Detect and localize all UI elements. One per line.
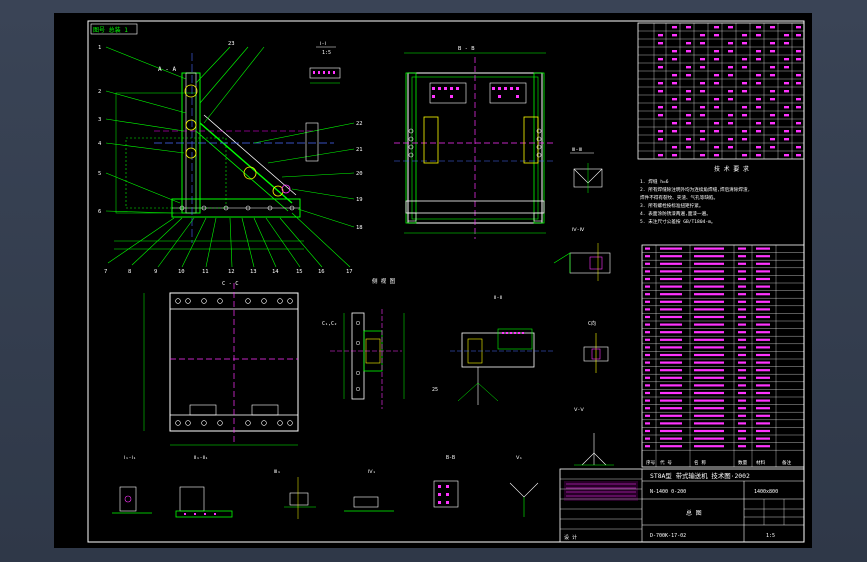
svg-text:Ⅲ₁: Ⅲ₁ xyxy=(274,469,280,475)
view-label-a-a: A - A xyxy=(158,66,176,73)
svg-text:C向: C向 xyxy=(588,320,596,327)
note-2: 2. 所有焊缝除注明外均为连续角焊缝,焊后清除焊渣, xyxy=(640,186,750,193)
cad-viewport[interactable]: 图号 总装 1 A - A 1 2 3 4 5 6 7 8 9 10 11 12… xyxy=(0,0,867,562)
svg-text:7: 7 xyxy=(104,269,107,275)
svg-text:5: 5 xyxy=(98,171,101,177)
svg-text:19: 19 xyxy=(356,197,363,203)
view-label-c-c: C - C xyxy=(222,281,239,287)
svg-text:12: 12 xyxy=(228,269,235,275)
bom-header-material: 材料 xyxy=(756,459,766,466)
title-scale: 1:5 xyxy=(766,533,775,539)
svg-text:B-B: B-B xyxy=(446,455,455,461)
svg-text:Ⅴ₁: Ⅴ₁ xyxy=(516,455,522,461)
svg-text:Ⅳ₁: Ⅳ₁ xyxy=(368,469,376,475)
drawing-sheet: 图号 总装 1 A - A 1 2 3 4 5 6 7 8 9 10 11 12… xyxy=(54,13,812,548)
title-drawing-no: D-700K-17-02 xyxy=(650,533,686,539)
detail-top-small: Ⅰ-Ⅰ 1:5 xyxy=(309,41,341,84)
svg-text:9: 9 xyxy=(154,269,157,275)
bom-header-name: 名 称 xyxy=(694,459,706,466)
corner-tag: 图号 总装 1 xyxy=(93,26,128,34)
svg-text:Ⅳ-Ⅳ: Ⅳ-Ⅳ xyxy=(572,227,585,233)
svg-text:8: 8 xyxy=(128,269,131,275)
side-section: 侧 视 图 C₁,C₂ xyxy=(322,277,405,409)
note-1: 1. 焊缝 h=6 xyxy=(640,178,669,185)
svg-text:1:5: 1:5 xyxy=(322,50,331,56)
svg-text:14: 14 xyxy=(272,269,279,275)
svg-text:1: 1 xyxy=(98,45,101,51)
title-bottom-left: 设 计 xyxy=(564,534,577,541)
title-block: ST8A型 带式输送机 技术图·2002 N-1400 0-200 1400x8… xyxy=(559,468,805,543)
svg-text:11: 11 xyxy=(202,269,209,275)
svg-text:10: 10 xyxy=(178,269,185,275)
svg-text:C₁,C₂: C₁,C₂ xyxy=(322,321,337,327)
note-5: 4. 表面涂防锈漆两遍,面漆一遍。 xyxy=(640,210,711,217)
bearing-detail: Ⅱ-Ⅱ 25 xyxy=(432,295,554,405)
top-view-frame: B - B xyxy=(394,46,554,239)
drawing-canvas: 图号 总装 1 A - A 1 2 3 4 5 6 7 8 9 10 11 12… xyxy=(87,20,805,543)
svg-text:22: 22 xyxy=(356,121,363,127)
detail-views-right: Ⅲ-Ⅲ Ⅳ-Ⅳ C向 Ⅴ-Ⅴ xyxy=(553,147,614,466)
bom-header-code: 代 号 xyxy=(660,459,672,466)
view-label-b-b: B - B xyxy=(458,46,475,52)
bom-header-remark: 备注 xyxy=(782,459,792,466)
svg-text:Ⅰ₁-Ⅰ₁: Ⅰ₁-Ⅰ₁ xyxy=(124,455,136,461)
title-main: ST8A型 带式输送机 技术图·2002 xyxy=(650,471,750,480)
svg-text:Ⅱ₁-Ⅱ₁: Ⅱ₁-Ⅱ₁ xyxy=(194,455,208,461)
svg-text:2: 2 xyxy=(98,89,101,95)
svg-text:16: 16 xyxy=(318,269,325,275)
svg-text:Ⅰ-Ⅰ: Ⅰ-Ⅰ xyxy=(320,41,326,47)
svg-text:18: 18 xyxy=(356,225,363,231)
note-6: 5. 未注尺寸公差按 GB/T1804-m。 xyxy=(640,218,715,225)
plan-view: C - C xyxy=(143,281,299,446)
svg-text:20: 20 xyxy=(356,171,363,177)
svg-text:17: 17 xyxy=(346,269,353,275)
spec-table-top xyxy=(637,22,805,160)
bottom-details: Ⅰ₁-Ⅰ₁ Ⅱ₁-Ⅱ₁ Ⅲ₁ Ⅳ₁ B-B Ⅴ₁ xyxy=(112,455,539,519)
notes-title: 技 术 要 求 xyxy=(714,165,749,173)
svg-text:25: 25 xyxy=(432,387,438,393)
callout-numbers: 1 2 3 4 5 6 7 8 9 10 11 12 13 14 15 16 1… xyxy=(98,41,363,275)
svg-text:Ⅴ-Ⅴ: Ⅴ-Ⅴ xyxy=(574,407,584,413)
bom-header-no: 序号 xyxy=(646,459,656,466)
note-4: 3. 所有螺栓按标准扭矩拧紧。 xyxy=(640,202,703,209)
front-view: A - A xyxy=(105,46,355,268)
title-row2-left: N-1400 0-200 xyxy=(650,489,686,495)
svg-text:6: 6 xyxy=(98,209,101,215)
technical-notes: 技 术 要 求 1. 焊缝 h=6 2. 所有焊缝除注明外均为连续角焊缝,焊后清… xyxy=(640,165,750,225)
svg-text:21: 21 xyxy=(356,147,363,153)
svg-text:4: 4 xyxy=(98,141,102,147)
svg-text:Ⅱ-Ⅱ: Ⅱ-Ⅱ xyxy=(494,295,502,301)
svg-text:Ⅲ-Ⅲ: Ⅲ-Ⅲ xyxy=(572,147,582,153)
title-designer: 总 图 xyxy=(686,509,702,517)
svg-text:23: 23 xyxy=(228,41,235,47)
bom-header-qty: 数量 xyxy=(738,459,748,466)
svg-text:15: 15 xyxy=(296,269,303,275)
view-label-side: 侧 视 图 xyxy=(372,277,396,285)
svg-text:13: 13 xyxy=(250,269,257,275)
bom-table: 序号 代 号 名 称 数量 材料 备注 xyxy=(641,244,805,468)
svg-text:3: 3 xyxy=(98,117,101,123)
title-row2-right: 1400x800 xyxy=(754,489,778,495)
note-3: 焊件不得有裂纹、夹渣、气孔等缺陷。 xyxy=(640,194,718,201)
